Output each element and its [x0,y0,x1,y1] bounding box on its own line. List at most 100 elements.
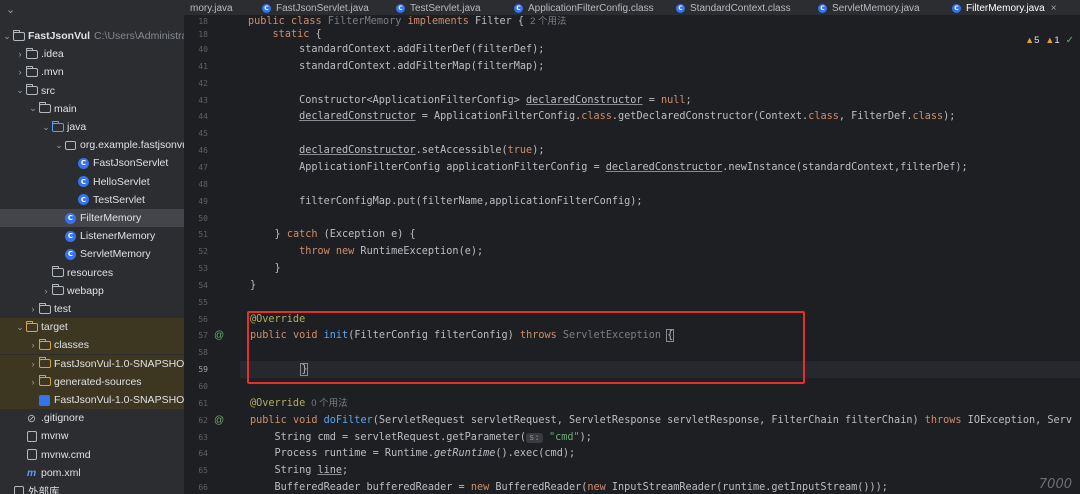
chevron-down-icon[interactable]: ⌄ [2,31,12,42]
chevron-right-icon[interactable]: › [28,359,38,369]
tree-item-label: src [41,84,55,97]
tree-item[interactable]: ⊘ .gitignore [0,409,184,427]
line-number: 57 [198,331,208,341]
tree-item-label: FastJsonVul [28,30,91,42]
code-line[interactable]: } [250,277,256,294]
chevron-right-icon[interactable]: › [28,377,38,387]
tree-item[interactable]: ⌄ src [0,82,184,100]
tree-item[interactable]: mvnw.cmd [0,446,184,464]
project-collapse-chevron-icon[interactable]: ⌄ [0,0,184,18]
code-line[interactable]: } [240,361,1080,379]
code-line[interactable]: public void init(FilterConfig filterConf… [250,327,675,344]
tree-item[interactable]: ⌄ java [0,118,184,136]
override-marker-icon[interactable]: @ [214,412,224,429]
code-line[interactable]: declaredConstructor = ApplicationFilterC… [250,108,955,125]
line-number: 45 [198,129,208,139]
tree-item[interactable]: › webapp [0,282,184,300]
tree-item-label: main [54,102,77,115]
line-number: 41 [198,61,208,71]
usages-hint[interactable]: 2 个用法 [530,16,566,27]
code-line[interactable]: ApplicationFilterConfig applicationFilte… [250,159,968,176]
override-marker-icon[interactable]: @ [214,327,224,344]
code-line[interactable]: } [250,260,281,277]
tree-item[interactable]: › generated-sources [0,372,184,391]
code-line[interactable]: standardContext.addFilterMap(filterMap); [250,58,544,75]
tree-item[interactable]: › test [0,300,184,318]
editor-tab[interactable]: C FilterMemory.java × [952,0,1070,15]
code-line[interactable]: public void doFilter(ServletRequest serv… [250,412,1072,429]
class-icon: C [77,157,90,169]
tree-item[interactable]: m pom.xml [0,464,184,482]
tree-item[interactable]: C FilterMemory [0,209,184,227]
tree-item-label: FilterMemory [80,212,142,224]
tree-item[interactable]: C TestServlet [0,191,184,209]
chevron-right-icon[interactable]: › [41,286,51,296]
tree-item[interactable]: C ServletMemory [0,245,184,263]
chevron-right-icon[interactable]: › [15,49,25,59]
tree-item-label: FastJsonVul-1.0-SNAPSHOT.war [54,394,184,406]
tree-item[interactable]: ⌄ main [0,100,184,118]
tree-item[interactable]: C FastJsonServlet [0,154,184,172]
close-icon[interactable]: × [1051,3,1057,14]
chevron-right-icon[interactable]: › [28,304,38,314]
tree-item[interactable]: mvnw [0,427,184,445]
code-line[interactable]: throw new RuntimeException(e); [250,243,483,260]
usages-hint[interactable]: 0 个用法 [311,398,347,409]
tree-item[interactable]: ⌄ org.example.fastjsonvul [0,136,184,154]
code-line[interactable]: standardContext.addFilterDef(filterDef); [250,41,544,58]
chevron-down-icon[interactable]: ⌄ [41,122,51,133]
editor-tab[interactable]: C ServletMemory.java [818,0,920,15]
tree-item[interactable]: ⌄ FastJsonVulC:\Users\Administrator\De [0,27,184,45]
code-line[interactable]: } catch (Exception e) { [250,226,416,243]
warning-icon: ▲ [1025,35,1035,45]
editor-tab[interactable]: C TestServlet.java [396,0,481,15]
editor-tab[interactable]: C FastJsonServlet.java [262,0,369,15]
line-number: 62 [198,415,208,425]
code-line[interactable]: BufferedReader bufferedReader = new Buff… [250,479,888,494]
tab-label: FastJsonServlet.java [276,2,369,14]
chevron-right-icon[interactable]: › [28,340,38,350]
class-icon: C [676,3,685,13]
line-number: 65 [198,466,208,476]
gitignore-icon: ⊘ [26,412,37,425]
code-line[interactable]: @Override 0 个用法 [250,395,348,412]
chevron-down-icon[interactable]: ⌄ [54,140,64,151]
line-number: 43 [198,95,208,105]
code-line[interactable]: String line; [250,462,349,479]
code-editor[interactable]: ▲5 ▲1 ✓ public class FilterMemory implem… [240,16,1080,494]
code-line[interactable]: declaredConstructor.setAccessible(true); [250,142,544,159]
chevron-down-icon[interactable]: ⌄ [15,322,25,333]
file-icon [25,430,38,442]
tree-item[interactable]: 外部库 [0,482,184,494]
tree-item[interactable]: FastJsonVul-1.0-SNAPSHOT.war [0,391,184,409]
class-icon: C [818,3,827,13]
code-line[interactable]: @Override [250,311,305,328]
tree-item[interactable]: C ListenerMemory [0,227,184,245]
editor-tab[interactable]: C StandardContext.class [676,0,791,15]
editor-tab[interactable]: C ApplicationFilterConfig.class [514,0,654,15]
tree-item[interactable]: › FastJsonVul-1.0-SNAPSHOT [0,354,184,373]
editor-gutter[interactable]: 18 18 40 41 42 43 44 45 46 47 48 49 50 51 52 53 54 55 56 57… [184,16,240,494]
chevron-down-icon[interactable]: ⌄ [28,103,38,114]
inspection-widget[interactable]: ▲5 ▲1 ✓ [1025,35,1074,46]
code-line[interactable]: Process runtime = Runtime.getRuntime().e… [250,445,576,462]
tree-item[interactable]: C HelloServlet [0,173,184,191]
tree-item[interactable]: › .idea [0,45,184,63]
tab-label: ServletMemory.java [832,2,920,14]
tree-item-label: ListenerMemory [80,230,156,243]
tree-item[interactable]: › classes [0,336,184,355]
weak-warning-count: 1 [1054,35,1060,46]
folder-icon [25,84,38,96]
tree-item[interactable]: resources [0,264,184,282]
chevron-down-icon[interactable]: ⌄ [15,85,25,96]
tree-item[interactable]: › .mvn [0,63,184,81]
code-line[interactable]: filterConfigMap.put(filterName,applicati… [250,193,642,210]
line-number: 66 [198,483,208,493]
tree-item-label: HelloServlet [93,175,150,188]
chevron-right-icon[interactable]: › [15,67,25,77]
code-line[interactable]: String cmd = servletRequest.getParameter… [250,429,592,446]
folder-icon [12,29,25,42]
tree-item[interactable]: ⌄ target [0,318,184,337]
code-line[interactable]: Constructor<ApplicationFilterConfig> dec… [250,92,692,109]
tree-item-label: java [67,121,87,133]
